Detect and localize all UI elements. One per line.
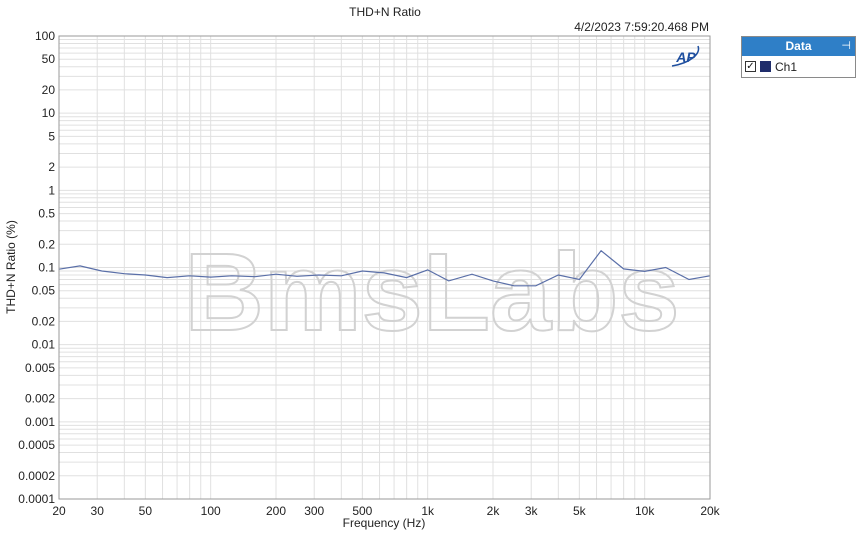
data-legend-panel: Data ⊣ ✓ Ch1	[741, 36, 856, 78]
watermark: BmsLabs	[184, 231, 679, 354]
x-tick-label: 200	[266, 504, 286, 518]
y-tick-label: 100	[35, 29, 55, 43]
y-tick-label: 0.0005	[18, 438, 55, 452]
x-tick-label: 10k	[635, 504, 655, 518]
y-tick-label: 0.1	[38, 261, 55, 275]
x-tick-label: 5k	[573, 504, 587, 518]
y-tick-label: 0.05	[32, 284, 56, 298]
y-tick-labels: 100 50 20 10 5 2 1 0.5 0.2 0.1 0.05 0.02 0.01 0.005 0.…	[18, 29, 55, 506]
ch1-label: Ch1	[775, 59, 798, 74]
timestamp: 4/2/2023 7:59:20.468 PM	[574, 20, 709, 34]
chart-title: THD+N Ratio	[349, 5, 421, 19]
y-tick-label: 0.002	[25, 392, 55, 406]
ap-logo-icon: AP	[671, 45, 700, 67]
y-tick-label: 2	[48, 160, 55, 174]
legend-item-ch1[interactable]: ✓ Ch1	[742, 56, 855, 77]
ch1-color-swatch	[760, 61, 771, 72]
y-tick-label: 0.001	[25, 415, 55, 429]
y-tick-label: 10	[42, 106, 56, 120]
y-tick-label: 0.5	[38, 207, 55, 221]
x-tick-label: 2k	[487, 504, 501, 518]
x-tick-label: 100	[201, 504, 221, 518]
y-tick-label: 0.2	[38, 237, 55, 251]
y-tick-label: 0.0001	[18, 492, 55, 506]
y-tick-label: 0.01	[32, 338, 56, 352]
data-panel-title: Data	[785, 39, 812, 53]
y-tick-label: 5	[48, 129, 55, 143]
data-panel-header: Data ⊣	[742, 37, 855, 56]
chart: THD+N Ratio 4/2/2023 7:59:20.468 PM BmsL…	[4, 5, 721, 530]
ap-logo-text: AP	[675, 49, 696, 65]
y-tick-label: 1	[48, 183, 55, 197]
x-tick-label: 20k	[700, 504, 720, 518]
y-tick-label: 0.02	[32, 314, 56, 328]
ch1-checkbox[interactable]: ✓	[745, 61, 756, 72]
x-tick-label: 300	[304, 504, 324, 518]
y-axis-label: THD+N Ratio (%)	[4, 220, 18, 314]
y-tick-label: 20	[42, 83, 56, 97]
x-tick-label: 30	[91, 504, 105, 518]
x-tick-label: 50	[139, 504, 153, 518]
x-tick-label: 20	[52, 504, 66, 518]
y-tick-label: 50	[42, 52, 56, 66]
y-tick-label: 0.0002	[18, 469, 55, 483]
x-tick-label: 3k	[525, 504, 539, 518]
x-axis-label: Frequency (Hz)	[343, 516, 426, 530]
y-tick-label: 0.005	[25, 361, 55, 375]
pin-icon[interactable]: ⊣	[841, 37, 851, 56]
